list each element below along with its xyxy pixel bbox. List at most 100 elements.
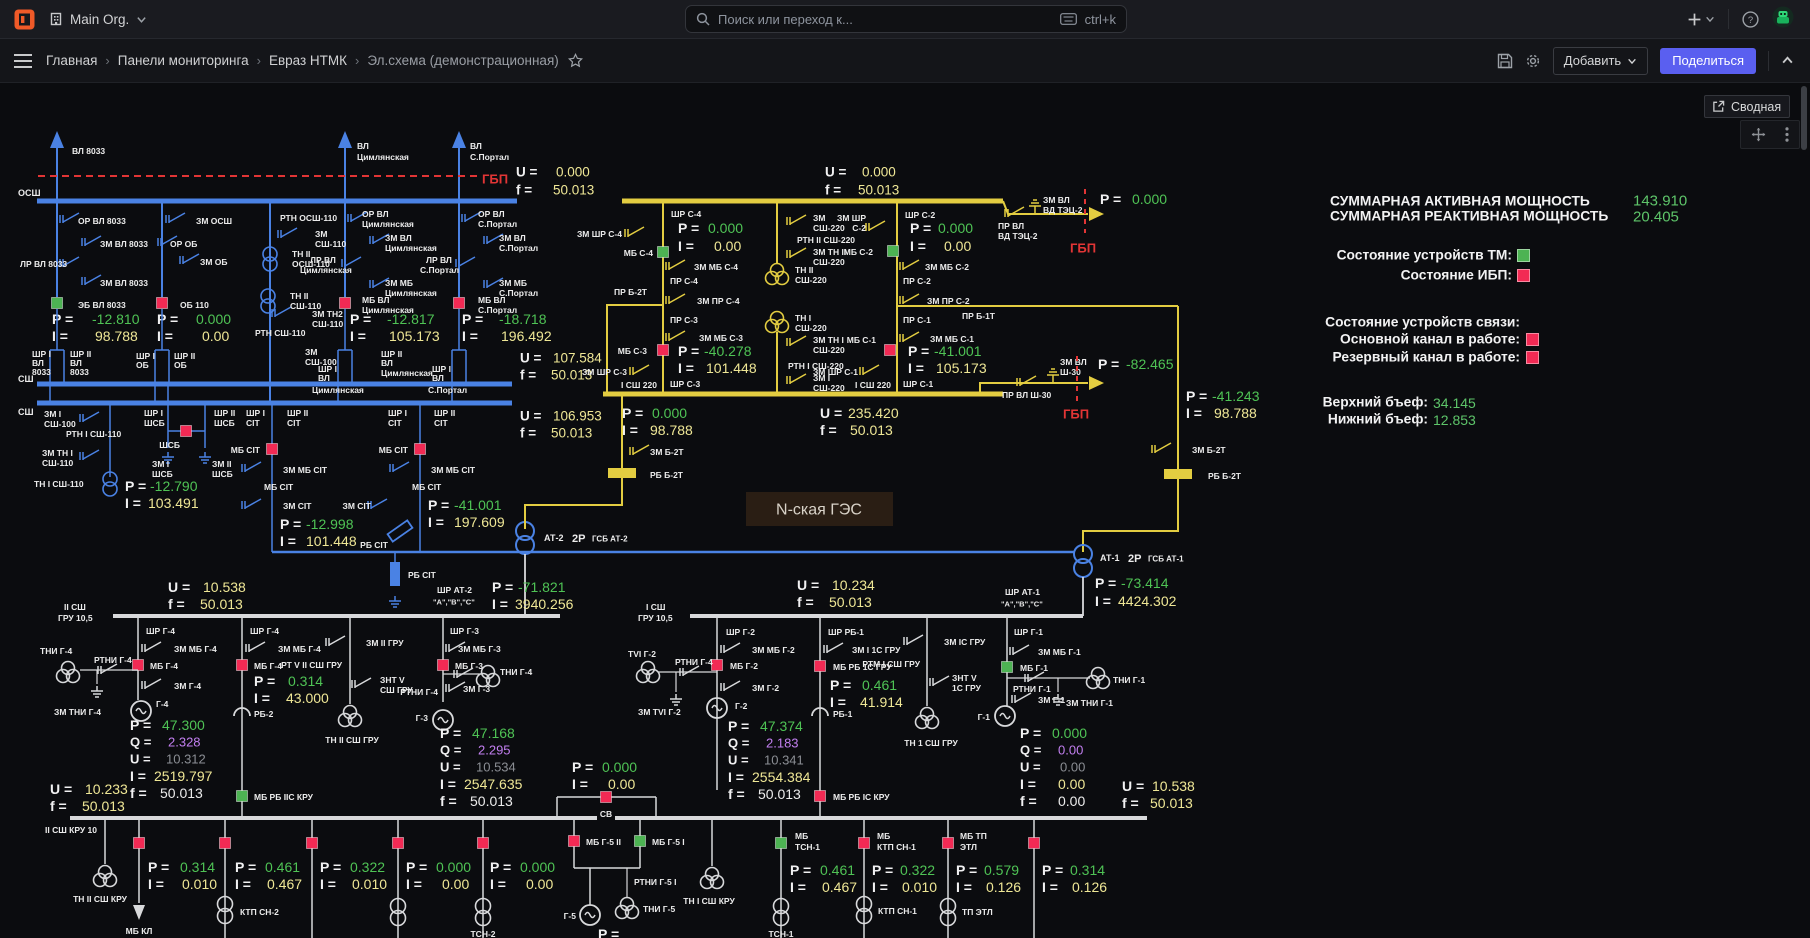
label: МБ (795, 831, 808, 841)
value: 10.538 (203, 579, 246, 595)
value-key: f = (1122, 795, 1139, 811)
label: ШР II (287, 408, 308, 418)
value: 0.000 (708, 220, 743, 236)
label: РБ Б-2Т (1208, 471, 1242, 481)
label: СШ (18, 374, 34, 384)
label: ТН II (292, 249, 310, 259)
value-key: P = (440, 725, 461, 741)
switch-symbol (166, 213, 185, 223)
breaker-square (133, 660, 144, 671)
label: ЭТЛ (960, 842, 977, 852)
value: 0.000 (436, 859, 471, 875)
label: ЗМ ТН2 (312, 309, 343, 319)
org-switcher[interactable]: Main Org. (49, 12, 147, 27)
value-key: P = (320, 859, 341, 875)
label: ЗМ ПР С-4 (697, 296, 740, 306)
building-icon (49, 12, 63, 26)
label: ЗМ II (212, 459, 232, 469)
value-key: P = (908, 343, 929, 359)
value: 2519.797 (154, 768, 213, 784)
value-key: P = (406, 859, 427, 875)
move-icon[interactable] (1751, 127, 1766, 142)
breaker-square (134, 838, 145, 849)
label: ТН II СШ ГРУ (325, 735, 379, 745)
dashboard-settings-button[interactable] (1525, 53, 1541, 69)
label: ЗМ МБ С-2 (925, 262, 969, 272)
label: ЗМ ШР (837, 213, 866, 223)
label: ВЛ 8033 (72, 146, 105, 156)
divider (1728, 9, 1729, 29)
backup-channel-indicator (1526, 351, 1539, 364)
label: МБ С-1 (847, 335, 877, 345)
comms-title: Состояние устройств связи: (1200, 315, 1520, 330)
grafana-logo[interactable] (14, 9, 35, 30)
generator-g3 (438, 718, 448, 723)
breadcrumb-folder[interactable]: Евраз НТМК (269, 53, 347, 68)
help-button[interactable]: ? (1742, 11, 1759, 28)
value-key: f = (1020, 793, 1037, 809)
kebab-menu-icon[interactable] (1785, 127, 1789, 142)
add-new-button[interactable] (1687, 12, 1715, 27)
value-key: U = (440, 760, 461, 775)
value-key: I = (872, 879, 888, 895)
search-input[interactable]: Поиск или переход к... ctrl+k (685, 5, 1127, 33)
label: ЗМ ТНИ Г-1 (1066, 698, 1113, 708)
label: СШ-100 (44, 419, 76, 429)
label: ЗМ ТНИ Г-4 (54, 707, 101, 717)
value: -12.790 (150, 478, 198, 494)
label: РТНИ Г-4 (675, 657, 713, 667)
value: 0.00 (442, 876, 469, 892)
value: 0.126 (986, 879, 1021, 895)
switch-symbol (866, 221, 885, 231)
label: СIТ (388, 418, 403, 428)
label: ВЛ (381, 358, 393, 368)
overview-link-button[interactable]: Сводная (1704, 95, 1790, 118)
value: 196.492 (501, 328, 552, 344)
value-key: U = (825, 165, 847, 180)
line-vl8033-arrow (50, 131, 64, 148)
value-key: I = (956, 879, 972, 895)
value: 0.322 (900, 862, 935, 878)
label: I СШ 220 (855, 380, 891, 390)
label: ШР I (144, 408, 163, 418)
svg-text:?: ? (1748, 15, 1753, 26)
favorite-star-icon[interactable] (568, 53, 583, 68)
dashboard-toolbar: Главная› Панели мониторинга› Евраз НТМК›… (0, 39, 1810, 83)
breadcrumb-dashboards[interactable]: Панели мониторинга (118, 53, 249, 68)
label: ТН I (795, 313, 811, 323)
line-sh30-arrow (1089, 376, 1104, 390)
label: ЗМ ВЛ (1043, 195, 1070, 205)
value: 0.000 (1132, 191, 1167, 207)
breaker-square (454, 298, 465, 309)
value-key: f = (825, 183, 841, 198)
breaker-square (478, 838, 489, 849)
share-button[interactable]: Поделиться (1660, 48, 1756, 74)
label: МБ КЛ (126, 926, 153, 936)
ups-status-label: Состояние ИБП: (1200, 268, 1512, 283)
menu-toggle[interactable] (14, 54, 32, 68)
value: 0.00 (714, 238, 741, 254)
breadcrumb-home[interactable]: Главная (46, 53, 97, 68)
save-dashboard-button[interactable] (1497, 53, 1513, 69)
label: ПР С-2 (903, 276, 931, 286)
collapse-header-button[interactable] (1781, 54, 1794, 67)
label: ЗМ ТН I (813, 335, 844, 345)
backup-channel-label: Резервный канал в работе: (1200, 350, 1520, 365)
add-button[interactable]: Добавить (1553, 47, 1648, 75)
label: МБ ВЛ (362, 295, 389, 305)
label: Цимлянская (357, 152, 409, 162)
breaker-square (943, 838, 954, 849)
value: 47.374 (760, 718, 803, 734)
label: I СШ (646, 602, 665, 612)
label: Цимлянская (300, 265, 352, 275)
label: ЗМ МБ (385, 278, 413, 288)
value: 0.467 (822, 879, 857, 895)
label: ЗНТ V (380, 675, 405, 685)
user-avatar[interactable] (1772, 6, 1794, 33)
org-name: Main Org. (70, 12, 129, 27)
value: 0.467 (267, 876, 302, 892)
switch-symbol (900, 332, 919, 342)
label: МБ Г-5 II (586, 837, 621, 847)
value: 0.314 (288, 673, 323, 689)
scrollbar[interactable] (1801, 86, 1807, 150)
